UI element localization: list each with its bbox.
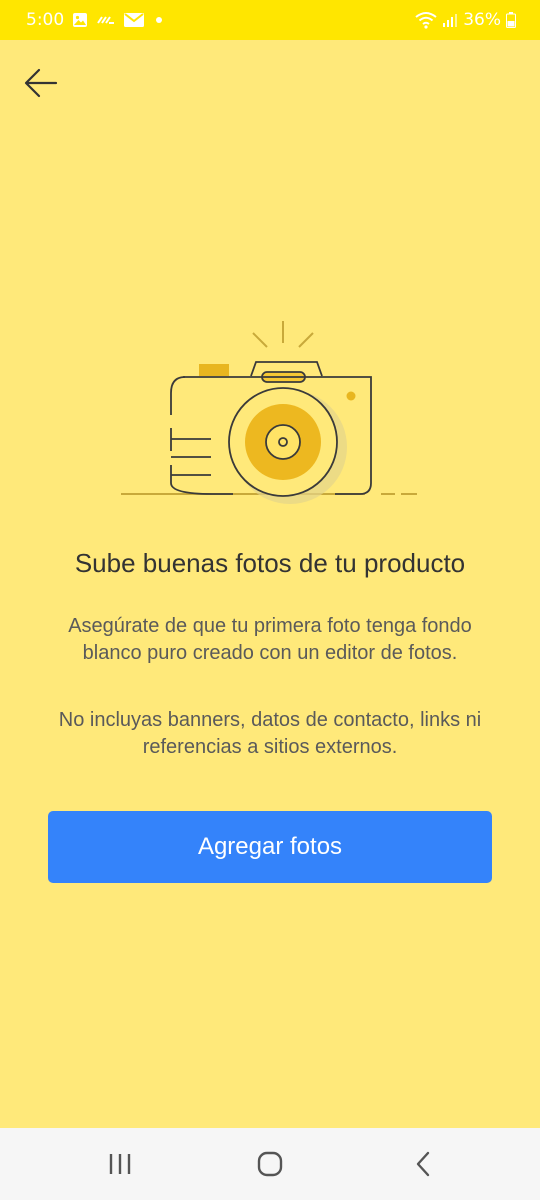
recents-icon (109, 1154, 131, 1174)
dot-icon (152, 15, 166, 25)
status-right: 36% (415, 0, 516, 40)
arrow-left-icon (24, 68, 58, 98)
battery-percentage: 36% (463, 10, 501, 30)
wifi-icon (415, 11, 437, 29)
page-background (0, 40, 540, 1128)
navigation-bar (0, 1128, 540, 1200)
home-button[interactable] (240, 1140, 300, 1188)
description-primary-photo: Asegúrate de que tu primera foto tenga f… (68, 615, 472, 664)
signal-icon (442, 12, 458, 28)
missed-call-icon (96, 13, 116, 27)
gallery-icon (72, 12, 88, 28)
page-title: Sube buenas fotos de tu producto (74, 548, 466, 578)
battery-icon (506, 12, 516, 28)
camera-illustration (115, 315, 425, 510)
description-restrictions: No incluyas banners, datos de contacto, … (58, 709, 482, 758)
back-button[interactable] (18, 60, 64, 106)
home-icon (257, 1151, 283, 1177)
status-left: 5:00 (26, 0, 166, 40)
system-back-button[interactable] (393, 1140, 453, 1188)
recents-button[interactable] (90, 1140, 150, 1188)
status-bar: 5:00 36% (0, 0, 540, 40)
status-time: 5:00 (26, 10, 65, 30)
mail-icon (124, 12, 145, 28)
add-photos-button[interactable]: Agregar fotos (48, 811, 492, 883)
back-icon (416, 1151, 430, 1177)
